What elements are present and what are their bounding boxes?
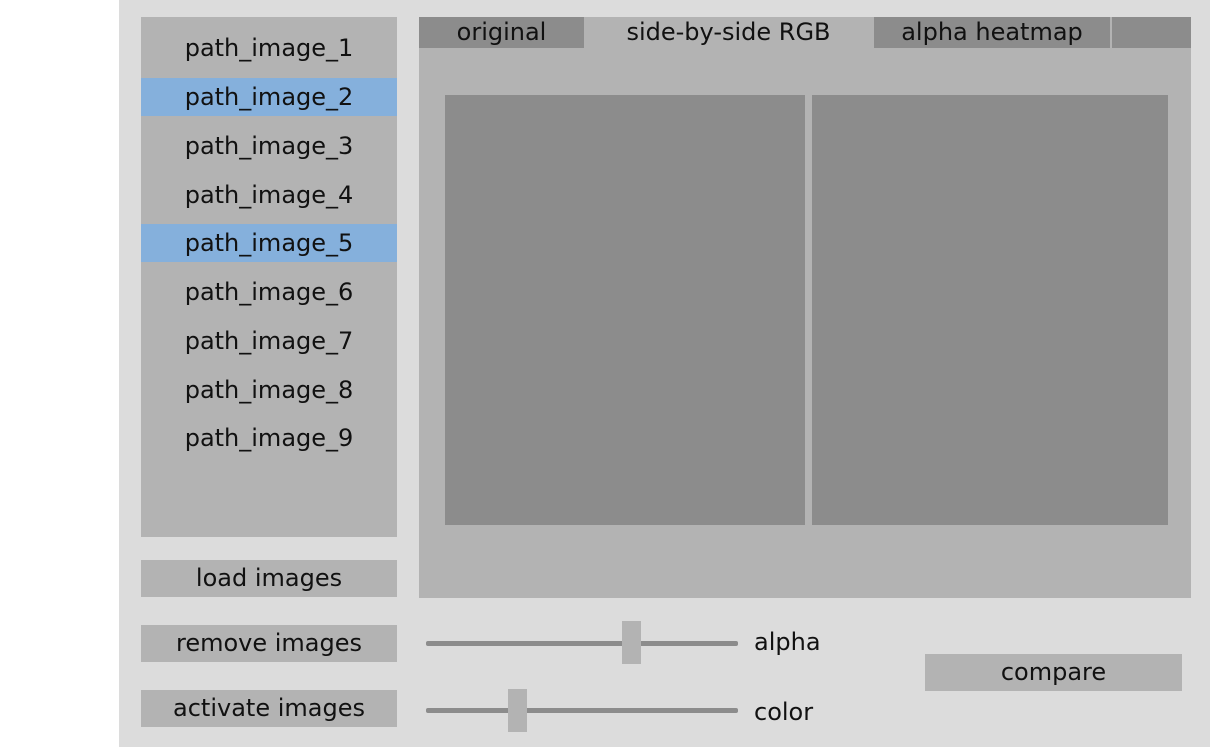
tab-original[interactable]: original: [419, 17, 584, 48]
color-slider-label: color: [754, 698, 814, 726]
color-slider-track[interactable]: [426, 708, 738, 713]
alpha-slider-label: alpha: [754, 628, 821, 656]
alpha-slider-thumb[interactable]: [622, 621, 642, 664]
list-item[interactable]: path_image_3: [141, 127, 397, 165]
left-image-pane: [445, 95, 805, 525]
list-item[interactable]: path_image_2: [141, 78, 397, 116]
view-panel: original side-by-side RGB alpha heatmap: [419, 17, 1191, 598]
list-item[interactable]: path_image_6: [141, 273, 397, 311]
right-image-pane: [812, 95, 1168, 525]
color-slider-thumb[interactable]: [508, 689, 528, 732]
remove-images-button[interactable]: remove images: [141, 625, 397, 662]
load-images-button[interactable]: load images: [141, 560, 397, 597]
list-item[interactable]: path_image_1: [141, 29, 397, 67]
list-item[interactable]: path_image_8: [141, 371, 397, 409]
activate-images-button[interactable]: activate images: [141, 690, 397, 727]
list-item[interactable]: path_image_5: [141, 224, 397, 262]
list-item[interactable]: path_image_7: [141, 322, 397, 360]
list-item[interactable]: path_image_4: [141, 176, 397, 214]
alpha-slider-track[interactable]: [426, 641, 738, 646]
tab-side-by-side-rgb[interactable]: side-by-side RGB: [584, 17, 873, 48]
tab-bar-filler: [1112, 17, 1191, 48]
compare-button[interactable]: compare: [925, 654, 1182, 691]
tab-alpha-heatmap[interactable]: alpha heatmap: [874, 17, 1110, 48]
image-list[interactable]: path_image_1 path_image_2 path_image_3 p…: [141, 17, 397, 537]
list-item[interactable]: path_image_9: [141, 419, 397, 457]
